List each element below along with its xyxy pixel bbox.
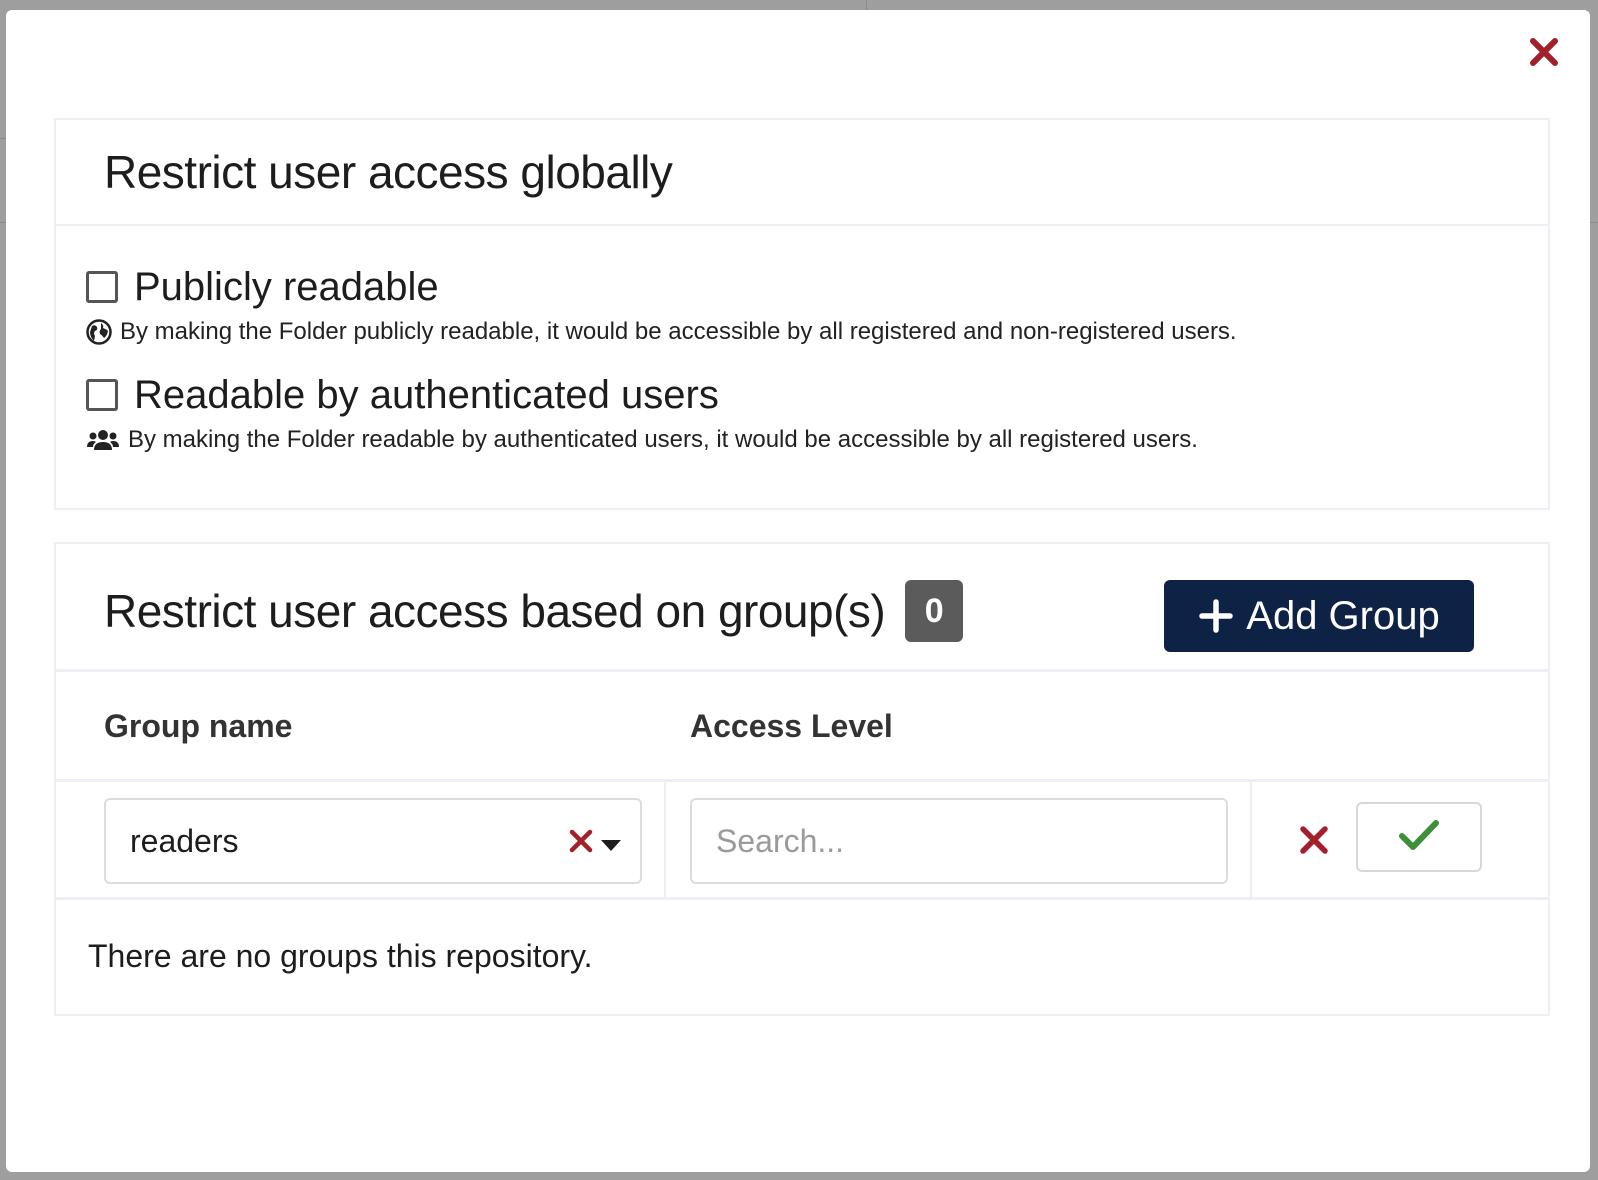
access-level-search-input[interactable] xyxy=(690,798,1228,884)
column-divider xyxy=(664,782,666,897)
add-group-label: Add Group xyxy=(1246,593,1440,638)
public-readable-option[interactable]: Publicly readable xyxy=(86,262,1518,312)
access-modal: Restrict user access globally Publicly r… xyxy=(6,10,1590,1172)
public-readable-help-text: By making the Folder publicly readable, … xyxy=(120,318,1237,345)
group-edit-row: readers xyxy=(56,782,1548,900)
public-readable-label[interactable]: Publicly readable xyxy=(134,265,439,310)
group-access-title: Restrict user access based on group(s) xyxy=(104,585,886,637)
column-divider xyxy=(1250,782,1252,897)
group-name-value: readers xyxy=(130,822,239,859)
caret-down-icon[interactable] xyxy=(600,838,622,852)
global-access-header: Restrict user access globally xyxy=(56,120,1548,226)
public-readable-checkbox[interactable] xyxy=(86,271,118,303)
authenticated-readable-label[interactable]: Readable by authenticated users xyxy=(134,373,719,418)
confirm-row-button[interactable] xyxy=(1356,802,1482,872)
close-icon[interactable] xyxy=(1524,32,1564,72)
group-name-select[interactable]: readers xyxy=(104,798,642,884)
empty-groups-message: There are no groups this repository. xyxy=(88,938,593,974)
users-icon xyxy=(86,428,120,452)
add-group-button[interactable]: Add Group xyxy=(1164,580,1474,652)
group-count-badge: 0 xyxy=(905,580,964,642)
plus-icon xyxy=(1198,598,1234,634)
authenticated-readable-checkbox[interactable] xyxy=(86,379,118,411)
global-access-title: Restrict user access globally xyxy=(104,146,673,198)
authenticated-readable-help: By making the Folder readable by authent… xyxy=(86,426,1518,454)
group-access-header: Restrict user access based on group(s) 0… xyxy=(56,544,1548,672)
groups-table-header: Group name Access Level xyxy=(56,672,1548,782)
group-access-card: Restrict user access based on group(s) 0… xyxy=(54,542,1550,1016)
authenticated-readable-option[interactable]: Readable by authenticated users xyxy=(86,370,1518,420)
global-access-body: Publicly readable By making the Folder p… xyxy=(56,226,1548,454)
access-level-column-header: Access Level xyxy=(690,708,893,744)
clear-icon[interactable] xyxy=(568,828,594,854)
authenticated-readable-help-text: By making the Folder readable by authent… xyxy=(128,426,1198,453)
group-access-title-wrap: Restrict user access based on group(s) 0 xyxy=(104,580,964,642)
group-name-column-header: Group name xyxy=(104,708,293,744)
background-divider xyxy=(1590,222,1598,223)
cancel-row-icon[interactable] xyxy=(1294,820,1334,860)
public-readable-help: By making the Folder publicly readable, … xyxy=(86,318,1518,346)
global-access-card: Restrict user access globally Publicly r… xyxy=(54,118,1550,510)
check-icon xyxy=(1398,819,1440,856)
background-divider xyxy=(866,0,867,10)
globe-icon xyxy=(86,319,112,345)
